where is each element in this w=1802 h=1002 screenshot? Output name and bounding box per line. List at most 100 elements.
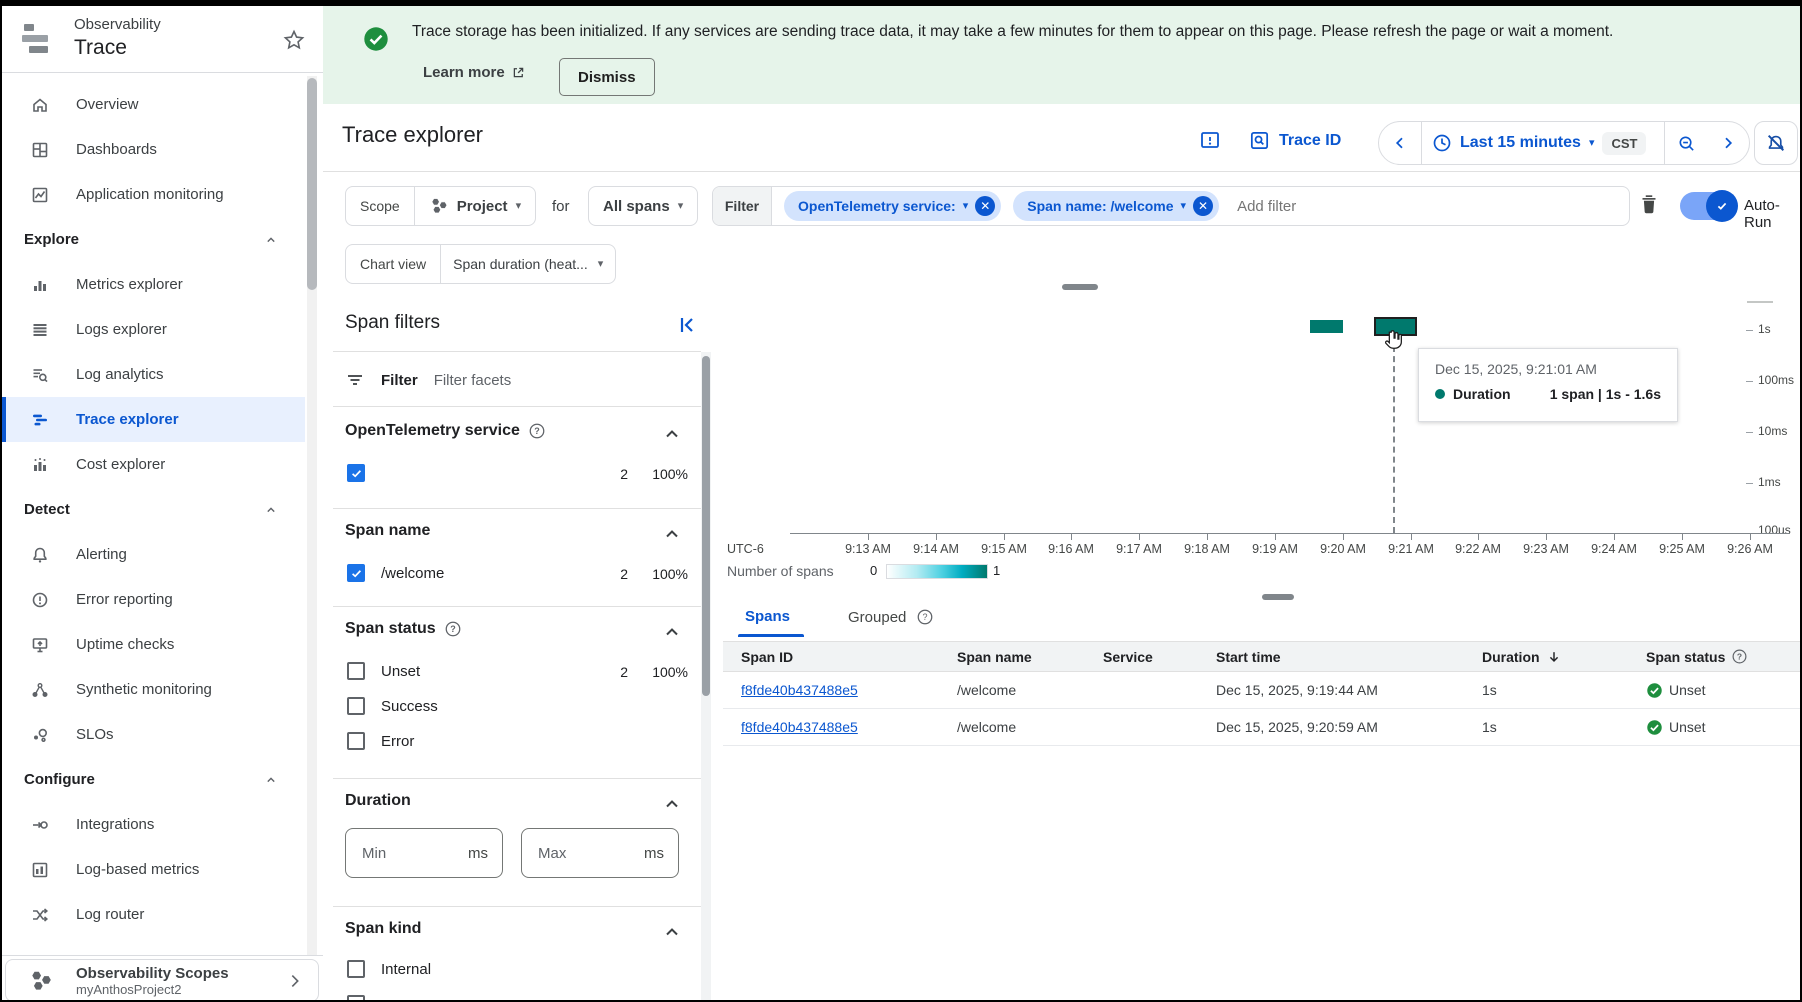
status-check-icon bbox=[1646, 719, 1663, 736]
sidebar-item-uptime-checks[interactable]: Uptime checks bbox=[2, 622, 305, 667]
slos-icon bbox=[30, 725, 50, 745]
trace-id-search[interactable]: Trace ID bbox=[1248, 129, 1341, 152]
checkbox-checked[interactable] bbox=[347, 564, 365, 582]
sidebar-section-configure[interactable]: Configure bbox=[2, 757, 305, 802]
all-spans-dropdown[interactable]: All spans ▾ bbox=[588, 186, 698, 226]
panel-scrollbar-track[interactable] bbox=[701, 352, 711, 1000]
favorite-star-icon[interactable] bbox=[282, 28, 306, 52]
checkbox-checked[interactable] bbox=[347, 464, 365, 482]
table-resize-handle[interactable] bbox=[1262, 594, 1294, 600]
collapse-section-icon[interactable] bbox=[662, 922, 682, 942]
sidebar-section-explore[interactable]: Explore bbox=[2, 217, 305, 262]
checkbox-unchecked[interactable] bbox=[347, 662, 365, 680]
span-status-row-success[interactable]: Success bbox=[347, 697, 438, 715]
duration-max-input[interactable] bbox=[536, 844, 644, 863]
help-icon[interactable]: ? bbox=[916, 608, 934, 626]
help-icon[interactable]: ? bbox=[528, 422, 546, 440]
span-status-section-header: Span status ? bbox=[345, 620, 462, 638]
chart-type-dropdown[interactable]: Span duration (heat... ▾ bbox=[441, 256, 615, 272]
sidebar-item-overview[interactable]: Overview bbox=[2, 82, 305, 127]
sidebar-item-trace-explorer[interactable]: Trace explorer bbox=[2, 397, 305, 442]
col-duration[interactable]: Duration bbox=[1482, 649, 1646, 665]
sidebar-item-synthetic-monitoring[interactable]: Synthetic monitoring bbox=[2, 667, 305, 712]
sidebar-item-slos[interactable]: SLOs bbox=[2, 712, 305, 757]
remove-chip-icon[interactable]: ✕ bbox=[1193, 196, 1213, 216]
col-span-status[interactable]: Span status ? bbox=[1646, 648, 1800, 665]
sidebar-item-log-router[interactable]: Log router bbox=[2, 892, 305, 937]
sidebar-item-error-reporting[interactable]: Error reporting bbox=[2, 577, 305, 622]
facet-filter-row[interactable]: Filter Filter facets bbox=[345, 362, 511, 398]
filter-bar: Filter OpenTelemetry service: ▾ ✕ Span n… bbox=[712, 186, 1630, 226]
add-filter-input[interactable] bbox=[1235, 197, 1459, 216]
collapse-section-icon[interactable] bbox=[662, 622, 682, 642]
span-id-link[interactable]: f8fde40b437488e5 bbox=[741, 682, 957, 698]
time-back-button[interactable] bbox=[1379, 135, 1421, 151]
table-row[interactable]: f8fde40b437488e5 /welcome Dec 15, 2025, … bbox=[723, 709, 1800, 746]
span-name-row[interactable]: /welcome bbox=[347, 564, 444, 582]
status-badge: Unset bbox=[1646, 682, 1800, 699]
col-start-time[interactable]: Start time bbox=[1216, 649, 1482, 665]
tab-grouped[interactable]: Grouped ? bbox=[848, 608, 934, 626]
sidebar-item-application-monitoring[interactable]: Application monitoring bbox=[2, 172, 305, 217]
remove-chip-icon[interactable]: ✕ bbox=[975, 196, 995, 216]
toggle-thumb bbox=[1706, 190, 1738, 222]
trace-logo-icon bbox=[22, 21, 58, 57]
dismiss-button[interactable]: Dismiss bbox=[559, 58, 655, 96]
observability-scopes-button[interactable]: Observability Scopes myAnthosProject2 bbox=[5, 959, 319, 1002]
spans-table-header: Span ID Span name Service Start time Dur… bbox=[723, 641, 1800, 672]
collapse-panel-icon[interactable] bbox=[676, 313, 700, 337]
help-icon[interactable]: ? bbox=[444, 620, 462, 638]
sidebar-item-log-based-metrics[interactable]: Log-based metrics bbox=[2, 847, 305, 892]
checkbox-unchecked[interactable] bbox=[347, 732, 365, 750]
otel-service-row[interactable] bbox=[347, 464, 381, 482]
collapse-section-icon[interactable] bbox=[662, 424, 682, 444]
col-service[interactable]: Service bbox=[1103, 649, 1216, 665]
tab-spans[interactable]: Spans bbox=[745, 608, 790, 625]
tooltip-value: 1 span | 1s - 1.6s bbox=[1550, 386, 1661, 402]
table-row[interactable]: f8fde40b437488e5 /welcome Dec 15, 2025, … bbox=[723, 672, 1800, 709]
log-analytics-icon bbox=[30, 365, 50, 385]
project-dropdown[interactable]: Project ▾ bbox=[415, 196, 535, 216]
sidebar-item-log-analytics[interactable]: Log analytics bbox=[2, 352, 305, 397]
zoom-out-button[interactable] bbox=[1665, 134, 1707, 153]
panel-scrollbar-thumb[interactable] bbox=[702, 356, 710, 696]
span-id-link[interactable]: f8fde40b437488e5 bbox=[741, 719, 957, 735]
divider bbox=[333, 508, 701, 509]
col-span-id[interactable]: Span ID bbox=[741, 649, 957, 665]
facet-filter-placeholder: Filter facets bbox=[434, 372, 512, 389]
synthetic-monitoring-icon bbox=[30, 680, 50, 700]
span-status-row-unset[interactable]: Unset bbox=[347, 662, 420, 680]
heatmap-cell[interactable] bbox=[1310, 320, 1343, 333]
chart-resize-handle[interactable] bbox=[1062, 284, 1098, 290]
auto-zoom-off-button[interactable] bbox=[1754, 121, 1798, 165]
time-forward-button[interactable] bbox=[1707, 135, 1749, 151]
sidebar-item-dashboards[interactable]: Dashboards bbox=[2, 127, 305, 172]
time-range-dropdown[interactable]: Last 15 minutes ▾ CST bbox=[1422, 132, 1664, 155]
error-reporting-icon bbox=[30, 590, 50, 610]
sidebar-item-alerting[interactable]: Alerting bbox=[2, 532, 305, 577]
clear-filters-trash-icon[interactable] bbox=[1636, 191, 1662, 217]
feedback-icon[interactable] bbox=[1198, 129, 1222, 153]
integrations-icon bbox=[30, 815, 50, 835]
sidebar-item-logs-explorer[interactable]: Logs explorer bbox=[2, 307, 305, 352]
span-kind-row-internal[interactable]: Internal bbox=[347, 960, 431, 978]
col-span-name[interactable]: Span name bbox=[957, 649, 1103, 665]
collapse-section-icon[interactable] bbox=[662, 794, 682, 814]
filter-chip-span-name[interactable]: Span name: /welcome ▾ ✕ bbox=[1013, 191, 1219, 221]
sidebar-section-detect[interactable]: Detect bbox=[2, 487, 305, 532]
sidebar-scrollbar-track[interactable] bbox=[307, 76, 317, 955]
checkbox-unchecked[interactable] bbox=[347, 697, 365, 715]
duration-min-field[interactable]: ms bbox=[345, 828, 503, 878]
sidebar-scrollbar-thumb[interactable] bbox=[307, 78, 317, 290]
span-status-row-error[interactable]: Error bbox=[347, 732, 414, 750]
auto-run-toggle[interactable] bbox=[1680, 192, 1734, 220]
filter-chip-otel-service[interactable]: OpenTelemetry service: ▾ ✕ bbox=[784, 191, 1001, 221]
sidebar-item-integrations[interactable]: Integrations bbox=[2, 802, 305, 847]
learn-more-link[interactable]: Learn more bbox=[423, 64, 526, 81]
collapse-section-icon[interactable] bbox=[662, 524, 682, 544]
duration-min-input[interactable] bbox=[360, 844, 468, 863]
sidebar-item-cost-explorer[interactable]: Cost explorer bbox=[2, 442, 305, 487]
duration-max-field[interactable]: ms bbox=[521, 828, 679, 878]
sidebar-item-metrics-explorer[interactable]: Metrics explorer bbox=[2, 262, 305, 307]
checkbox-unchecked[interactable] bbox=[347, 960, 365, 978]
